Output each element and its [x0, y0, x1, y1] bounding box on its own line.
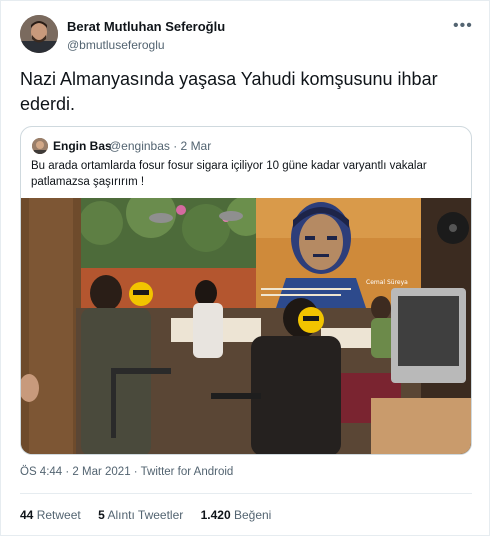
retweet-count-value: 44 — [20, 508, 34, 522]
author-avatar[interactable] — [20, 15, 58, 53]
quoted-photo[interactable]: Cemal Süreya — [21, 188, 471, 454]
meta-separator: · — [133, 466, 141, 478]
tweet-timestamp[interactable]: ÖS 4:44 · 2 Mar 2021 — [20, 466, 131, 478]
retweet-label: Retweet — [36, 508, 81, 522]
mural-caption: Cemal Süreya — [366, 279, 408, 286]
like-count-value: 1.420 — [200, 508, 231, 522]
quoted-tweet-text: Bu arada ortamlarda fosur fosur sigara i… — [31, 160, 427, 188]
more-options-icon[interactable]: ••• — [453, 17, 473, 35]
quoted-author-name: Engin Bas — [53, 139, 112, 153]
like-label: Beğeni — [233, 508, 272, 522]
like-count[interactable]: 1.420 Beğeni — [201, 508, 272, 522]
author-name[interactable]: Berat Mutluhan Seferoğlu — [67, 19, 225, 34]
tweet-text: Nazi Almanyasında yaşasa Yahudi komşusun… — [20, 69, 438, 114]
author-handle[interactable]: @bmutluseferoglu — [67, 38, 165, 52]
quoted-author-handle: @enginbas · 2 Mar — [109, 139, 212, 153]
quote-count-value: 5 — [98, 508, 105, 522]
quoted-tweet[interactable]: Engin Bas @enginbas · 2 Mar Bu arada ort… — [20, 126, 472, 455]
tweet-stats: 44 Retweet 5 Alıntı Tweetler 1.420 Beğen… — [20, 508, 285, 522]
quote-label: Alıntı Tweetler — [107, 508, 184, 522]
tweet-meta: ÖS 4:44 · 2 Mar 2021 · Twitter for Andro… — [20, 466, 233, 478]
quoted-author-avatar — [32, 138, 48, 154]
tweet-card: Berat Mutluhan Seferoğlu @bmutluseferogl… — [0, 0, 490, 536]
divider — [20, 493, 472, 494]
quote-count[interactable]: 5 Alıntı Tweetler — [98, 508, 183, 522]
retweet-count[interactable]: 44 Retweet — [20, 508, 81, 522]
tweet-source[interactable]: Twitter for Android — [141, 466, 234, 478]
